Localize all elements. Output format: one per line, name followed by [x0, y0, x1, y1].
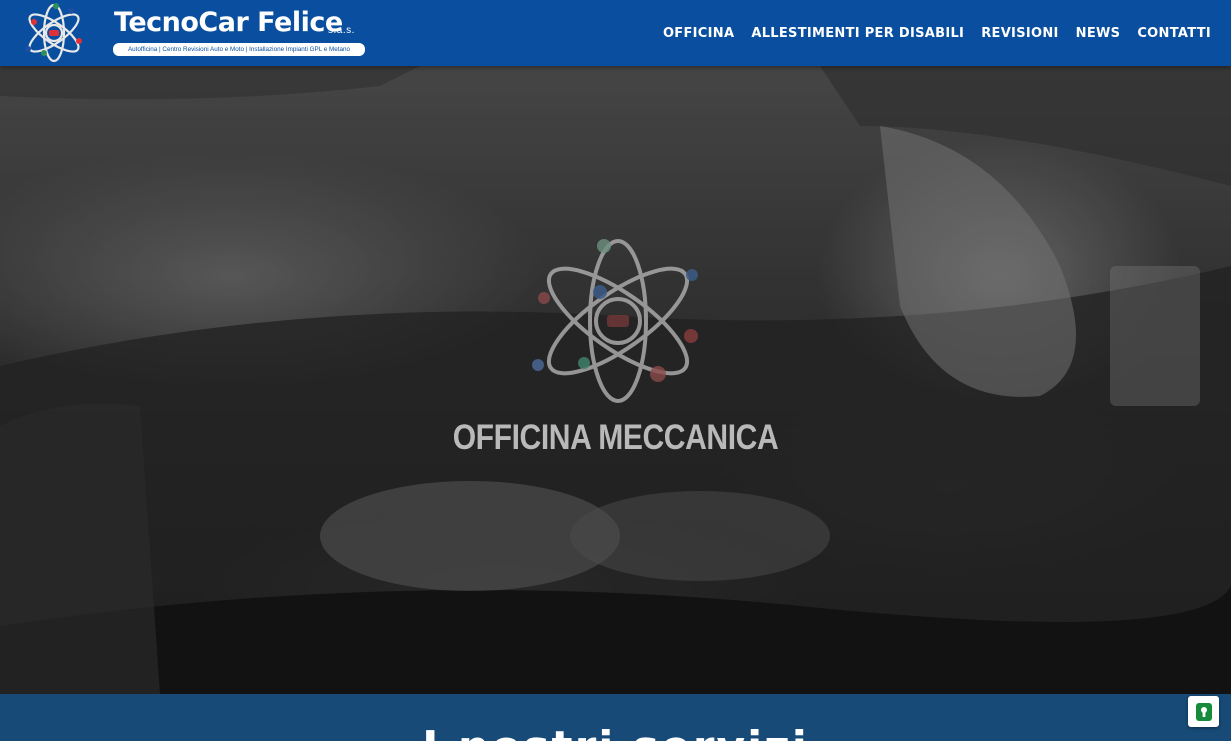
site-header: TecnoCar Felice s.a.s. Autofficina | Cen… — [0, 0, 1231, 66]
nav-item-allestimenti-per-disabili[interactable]: ALLESTIMENTI PER DISABILI — [751, 26, 964, 41]
main-nav: OFFICINA ALLESTIMENTI PER DISABILI REVIS… — [663, 0, 1211, 66]
atom-emblem-icon — [532, 239, 698, 403]
cookie-settings-button[interactable] — [1188, 696, 1219, 727]
nav-item-news[interactable]: NEWS — [1076, 26, 1121, 41]
hero-banner: OFFICINA MECCANICA — [0, 66, 1231, 694]
brand-name: TecnoCar Felice — [114, 7, 343, 38]
atom-logo-icon — [25, 3, 82, 63]
hero-title: OFFICINA MECCANICA — [452, 418, 779, 457]
section-heading: I nostri servizi — [0, 722, 1231, 741]
services-section: I nostri servizi — [0, 694, 1231, 741]
nav-item-revisioni[interactable]: REVISIONI — [981, 26, 1058, 41]
keyhole-icon — [1195, 702, 1212, 721]
nav-item-contatti[interactable]: CONTATTI — [1137, 26, 1211, 41]
site-logo[interactable]: TecnoCar Felice s.a.s. Autofficina | Cen… — [22, 3, 365, 63]
nav-item-officina[interactable]: OFFICINA — [663, 26, 734, 41]
brand-tagline: Autofficina | Centro Revisioni Auto e Mo… — [113, 43, 365, 56]
brand-suffix: s.a.s. — [328, 25, 355, 36]
